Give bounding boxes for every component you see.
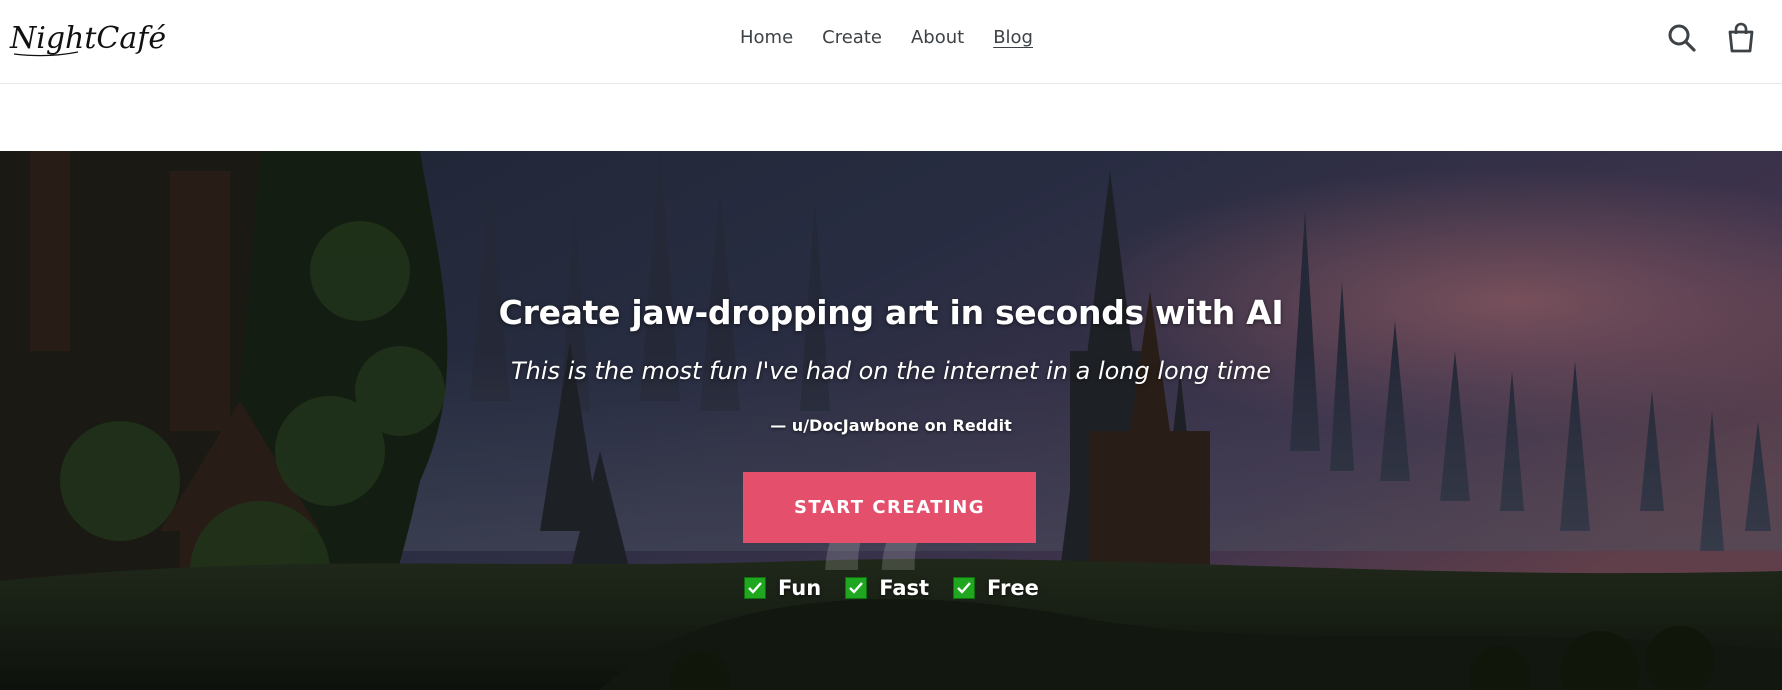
feature-item-fast: Fast — [845, 576, 929, 600]
hero-testimonial-attribution: — u/DocJawbone on Reddit — [770, 416, 1012, 435]
cart-button[interactable] — [1723, 20, 1759, 56]
checkmark-icon — [953, 577, 976, 599]
feature-label: Fun — [778, 576, 822, 600]
feature-list: Fun Fast Free — [744, 576, 1039, 600]
checkmark-icon — [744, 577, 766, 599]
feature-label: Fast — [879, 576, 930, 600]
nav-link-about[interactable]: About — [911, 27, 964, 48]
feature-item-fun: Fun — [744, 576, 821, 600]
search-button[interactable] — [1664, 20, 1700, 56]
shopping-bag-icon — [1728, 22, 1754, 53]
nav-link-create[interactable]: Create — [822, 27, 882, 48]
start-creating-button[interactable]: START CREATING — [743, 472, 1036, 543]
main-nav: Home Create About Blog — [740, 0, 1033, 74]
feature-label: Free — [987, 576, 1039, 600]
svg-text:NightCafé: NightCafé — [9, 21, 166, 56]
feature-item-free: Free — [953, 576, 1039, 600]
search-icon — [1668, 24, 1696, 52]
hero-testimonial-quote: This is the most fun I've had on the int… — [510, 357, 1272, 385]
nightcafe-logo[interactable]: NightCafé — [8, 14, 168, 66]
nav-link-blog[interactable]: Blog — [993, 27, 1033, 48]
hero-title: Create jaw-dropping art in seconds with … — [498, 293, 1284, 332]
checkmark-icon — [845, 577, 868, 599]
nav-link-home[interactable]: Home — [740, 27, 793, 48]
site-header: NightCafé Home Create About Blog — [0, 0, 1782, 84]
